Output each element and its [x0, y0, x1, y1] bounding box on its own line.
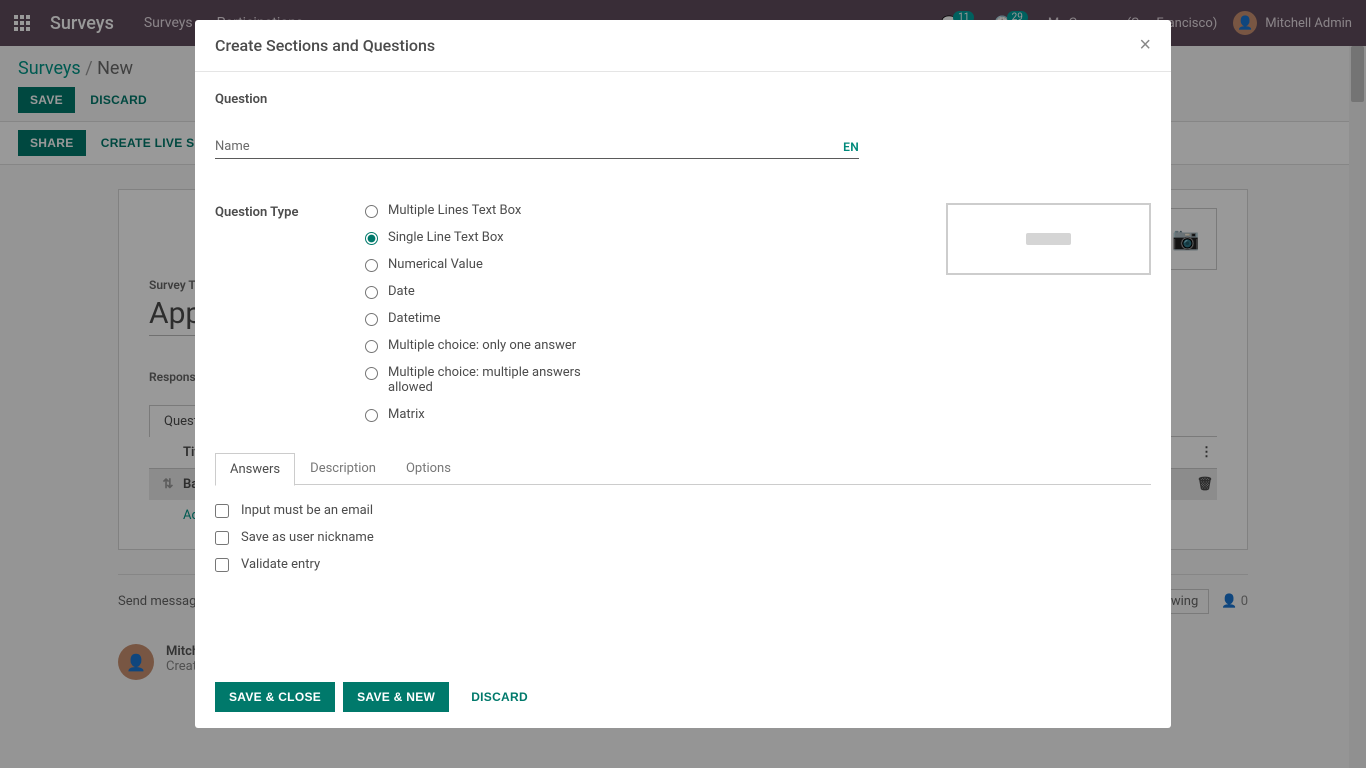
checkbox-email[interactable]: Input must be an email [215, 503, 1151, 518]
radio-datetime[interactable]: Datetime [365, 311, 605, 326]
modal-create-question: Create Sections and Questions × Question… [195, 20, 1171, 728]
tab-description[interactable]: Description [295, 452, 391, 485]
preview-input-placeholder [1026, 233, 1071, 245]
checkbox-validate[interactable]: Validate entry [215, 557, 1151, 572]
tab-answers[interactable]: Answers [215, 453, 295, 486]
radio-mc-one[interactable]: Multiple choice: only one answer [365, 338, 605, 353]
modal-discard-button[interactable]: DISCARD [457, 682, 542, 712]
section-heading-question: Question [215, 92, 1151, 107]
question-preview [946, 203, 1151, 275]
checkbox-nickname[interactable]: Save as user nickname [215, 530, 1151, 545]
radio-numerical[interactable]: Numerical Value [365, 257, 605, 272]
modal-title: Create Sections and Questions [215, 36, 435, 55]
radio-singleline[interactable]: Single Line Text Box [365, 230, 605, 245]
radio-multiline[interactable]: Multiple Lines Text Box [365, 203, 605, 218]
radio-mc-many[interactable]: Multiple choice: multiple answers allowe… [365, 365, 605, 395]
modal-tabs: Answers Description Options [215, 452, 1151, 485]
name-label: Name [215, 139, 250, 154]
modal-overlay: Create Sections and Questions × Question… [0, 0, 1366, 768]
radio-matrix[interactable]: Matrix [365, 407, 605, 422]
language-button[interactable]: EN [843, 140, 859, 154]
name-field-row[interactable]: Name EN [215, 135, 859, 159]
close-icon[interactable]: × [1139, 34, 1151, 57]
save-close-button[interactable]: SAVE & CLOSE [215, 682, 335, 712]
question-type-options: Multiple Lines Text Box Single Line Text… [365, 203, 605, 434]
question-type-label: Question Type [215, 203, 365, 434]
save-new-button[interactable]: SAVE & NEW [343, 682, 449, 712]
radio-date[interactable]: Date [365, 284, 605, 299]
tab-options[interactable]: Options [391, 452, 466, 485]
